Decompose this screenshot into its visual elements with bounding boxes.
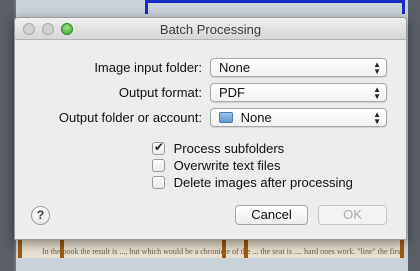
popup-arrows-icon: ▲ ▼ bbox=[373, 60, 381, 76]
overwrite-text-files-label: Overwrite text files bbox=[173, 158, 281, 173]
process-subfolders-checkbox[interactable] bbox=[152, 140, 165, 155]
output-format-label: Output format: bbox=[118, 85, 202, 100]
background-selection-frame bbox=[145, 0, 405, 14]
delete-images-checkbox-row[interactable]: Delete images after processing bbox=[152, 175, 353, 191]
output-format-popup[interactable]: PDF ▲ ▼ bbox=[210, 83, 387, 102]
folder-icon bbox=[219, 112, 233, 123]
overwrite-text-files-checkbox[interactable] bbox=[152, 159, 165, 172]
window-title: Batch Processing bbox=[159, 22, 262, 37]
ok-button[interactable]: OK bbox=[318, 205, 387, 225]
popup-arrows-icon: ▲ ▼ bbox=[373, 85, 381, 101]
cancel-button[interactable]: Cancel bbox=[235, 205, 308, 225]
image-input-folder-value: None bbox=[219, 60, 251, 75]
title-bar: Batch Processing bbox=[15, 18, 406, 40]
process-subfolders-label: Process subfolders bbox=[173, 141, 285, 156]
output-folder-value: None bbox=[240, 110, 272, 125]
delete-images-label: Delete images after processing bbox=[173, 175, 353, 190]
output-format-value: PDF bbox=[219, 85, 245, 100]
output-folder-label: Output folder or account: bbox=[58, 110, 202, 125]
delete-images-checkbox[interactable] bbox=[152, 176, 165, 189]
help-button[interactable]: ? bbox=[31, 206, 50, 225]
overwrite-text-files-checkbox-row[interactable]: Overwrite text files bbox=[152, 158, 281, 174]
popup-arrows-icon: ▲ ▼ bbox=[373, 110, 381, 126]
output-folder-popup[interactable]: None ▲ ▼ bbox=[210, 108, 387, 127]
process-subfolders-checkbox-row[interactable]: Process subfolders bbox=[152, 140, 285, 157]
batch-processing-dialog: Batch Processing Image input folder: Non… bbox=[14, 17, 407, 240]
image-input-folder-label: Image input folder: bbox=[94, 60, 202, 75]
image-input-folder-popup[interactable]: None ▲ ▼ bbox=[210, 58, 387, 77]
